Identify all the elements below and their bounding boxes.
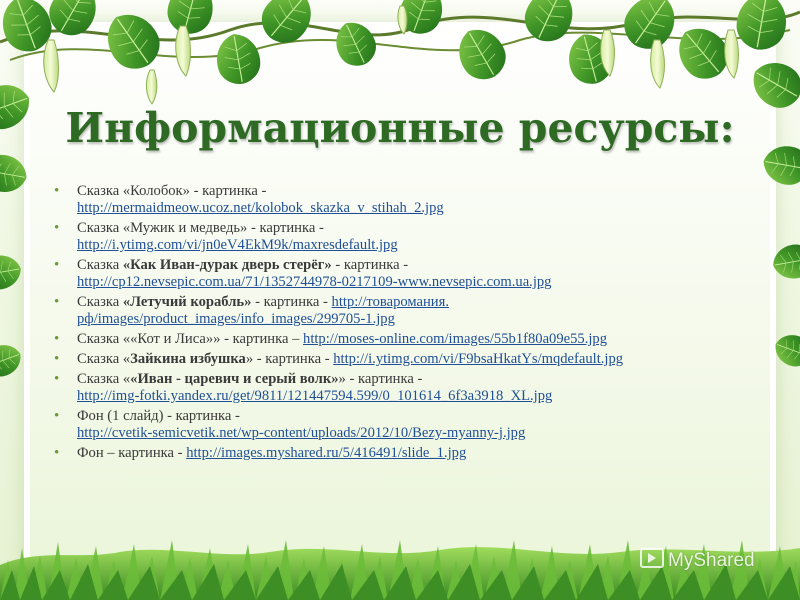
item-title: Зайкина избушка: [130, 351, 246, 367]
item-text: Сказка «Мужик и медведь» - картинка -: [77, 220, 324, 236]
list-item: Сказка ««Кот и Лиса»» - картинка – http:…: [52, 331, 762, 348]
item-text: Сказка «Колобок» - картинка -: [77, 183, 267, 199]
resource-link[interactable]: http://mermaidmeow.ucoz.net/kolobok_skaz…: [77, 200, 444, 216]
resource-link[interactable]: http://cp12.nevsepic.com.ua/71/135274497…: [77, 274, 551, 290]
resource-link[interactable]: http://images.myshared.ru/5/416491/slide…: [186, 445, 466, 461]
list-item: Сказка «Мужик и медведь» - картинка - ht…: [52, 220, 762, 254]
resource-link[interactable]: http://i.ytimg.com/vi/F9bsaHkatYs/mqdefa…: [333, 351, 623, 367]
item-text: Сказка ««Кот и Лиса»» - картинка –: [77, 331, 304, 347]
slide-title: Информационные ресурсы:: [65, 104, 735, 152]
resource-link[interactable]: http://товаромания.: [332, 294, 449, 310]
item-text: Фон (1 слайд) - картинка -: [77, 408, 240, 424]
watermark-text: MyShared: [668, 550, 755, 571]
item-text: » - картинка -: [338, 371, 423, 387]
resource-link[interactable]: http://moses-online.com/images/55b1f80a0…: [303, 331, 607, 347]
item-text: Фон – картинка -: [77, 445, 187, 461]
resource-link[interactable]: http://i.ytimg.com/vi/jn0eV4EkM9k/maxres…: [77, 237, 398, 253]
item-text: - картинка -: [251, 294, 332, 310]
item-text: Сказка «: [77, 351, 131, 367]
list-item: Сказка «Как Иван-дурак дверь стерёг» - к…: [52, 257, 762, 291]
item-title: «Летучий корабль»: [122, 294, 252, 310]
resource-list: Сказка «Колобок» - картинка - http://mer…: [52, 183, 762, 465]
list-item: Сказка «Летучий корабль» - картинка - ht…: [52, 294, 762, 328]
play-icon: [640, 548, 664, 568]
item-text: » - картинка -: [245, 351, 334, 367]
item-text: Сказка «: [77, 371, 131, 387]
resource-link[interactable]: http://img-fotki.yandex.ru/get/9811/1214…: [77, 388, 552, 404]
list-item: Сказка «Колобок» - картинка - http://mer…: [52, 183, 762, 217]
list-item: Фон (1 слайд) - картинка - http://cvetik…: [52, 408, 762, 442]
resource-link[interactable]: http://cvetik-semicvetik.net/wp-content/…: [77, 425, 525, 441]
item-text: - картинка -: [331, 257, 409, 273]
list-item: Фон – картинка - http://images.myshared.…: [52, 445, 762, 462]
item-text: Сказка: [77, 257, 123, 273]
list-item: Сказка «Зайкина избушка» - картинка - ht…: [52, 351, 762, 368]
item-title: «Как Иван-дурак дверь стерёг»: [122, 257, 332, 273]
watermark: MyShared: [640, 548, 755, 572]
item-title: «Иван - царевич и серый волк»: [130, 371, 339, 387]
item-text: Сказка: [77, 294, 123, 310]
list-item: Сказка ««Иван - царевич и серый волк»» -…: [52, 371, 762, 405]
resource-link-continued[interactable]: рф/images/product_images/info_images/299…: [77, 311, 395, 327]
slide: Информационные ресурсы: Сказка «Колобок»…: [0, 0, 800, 600]
